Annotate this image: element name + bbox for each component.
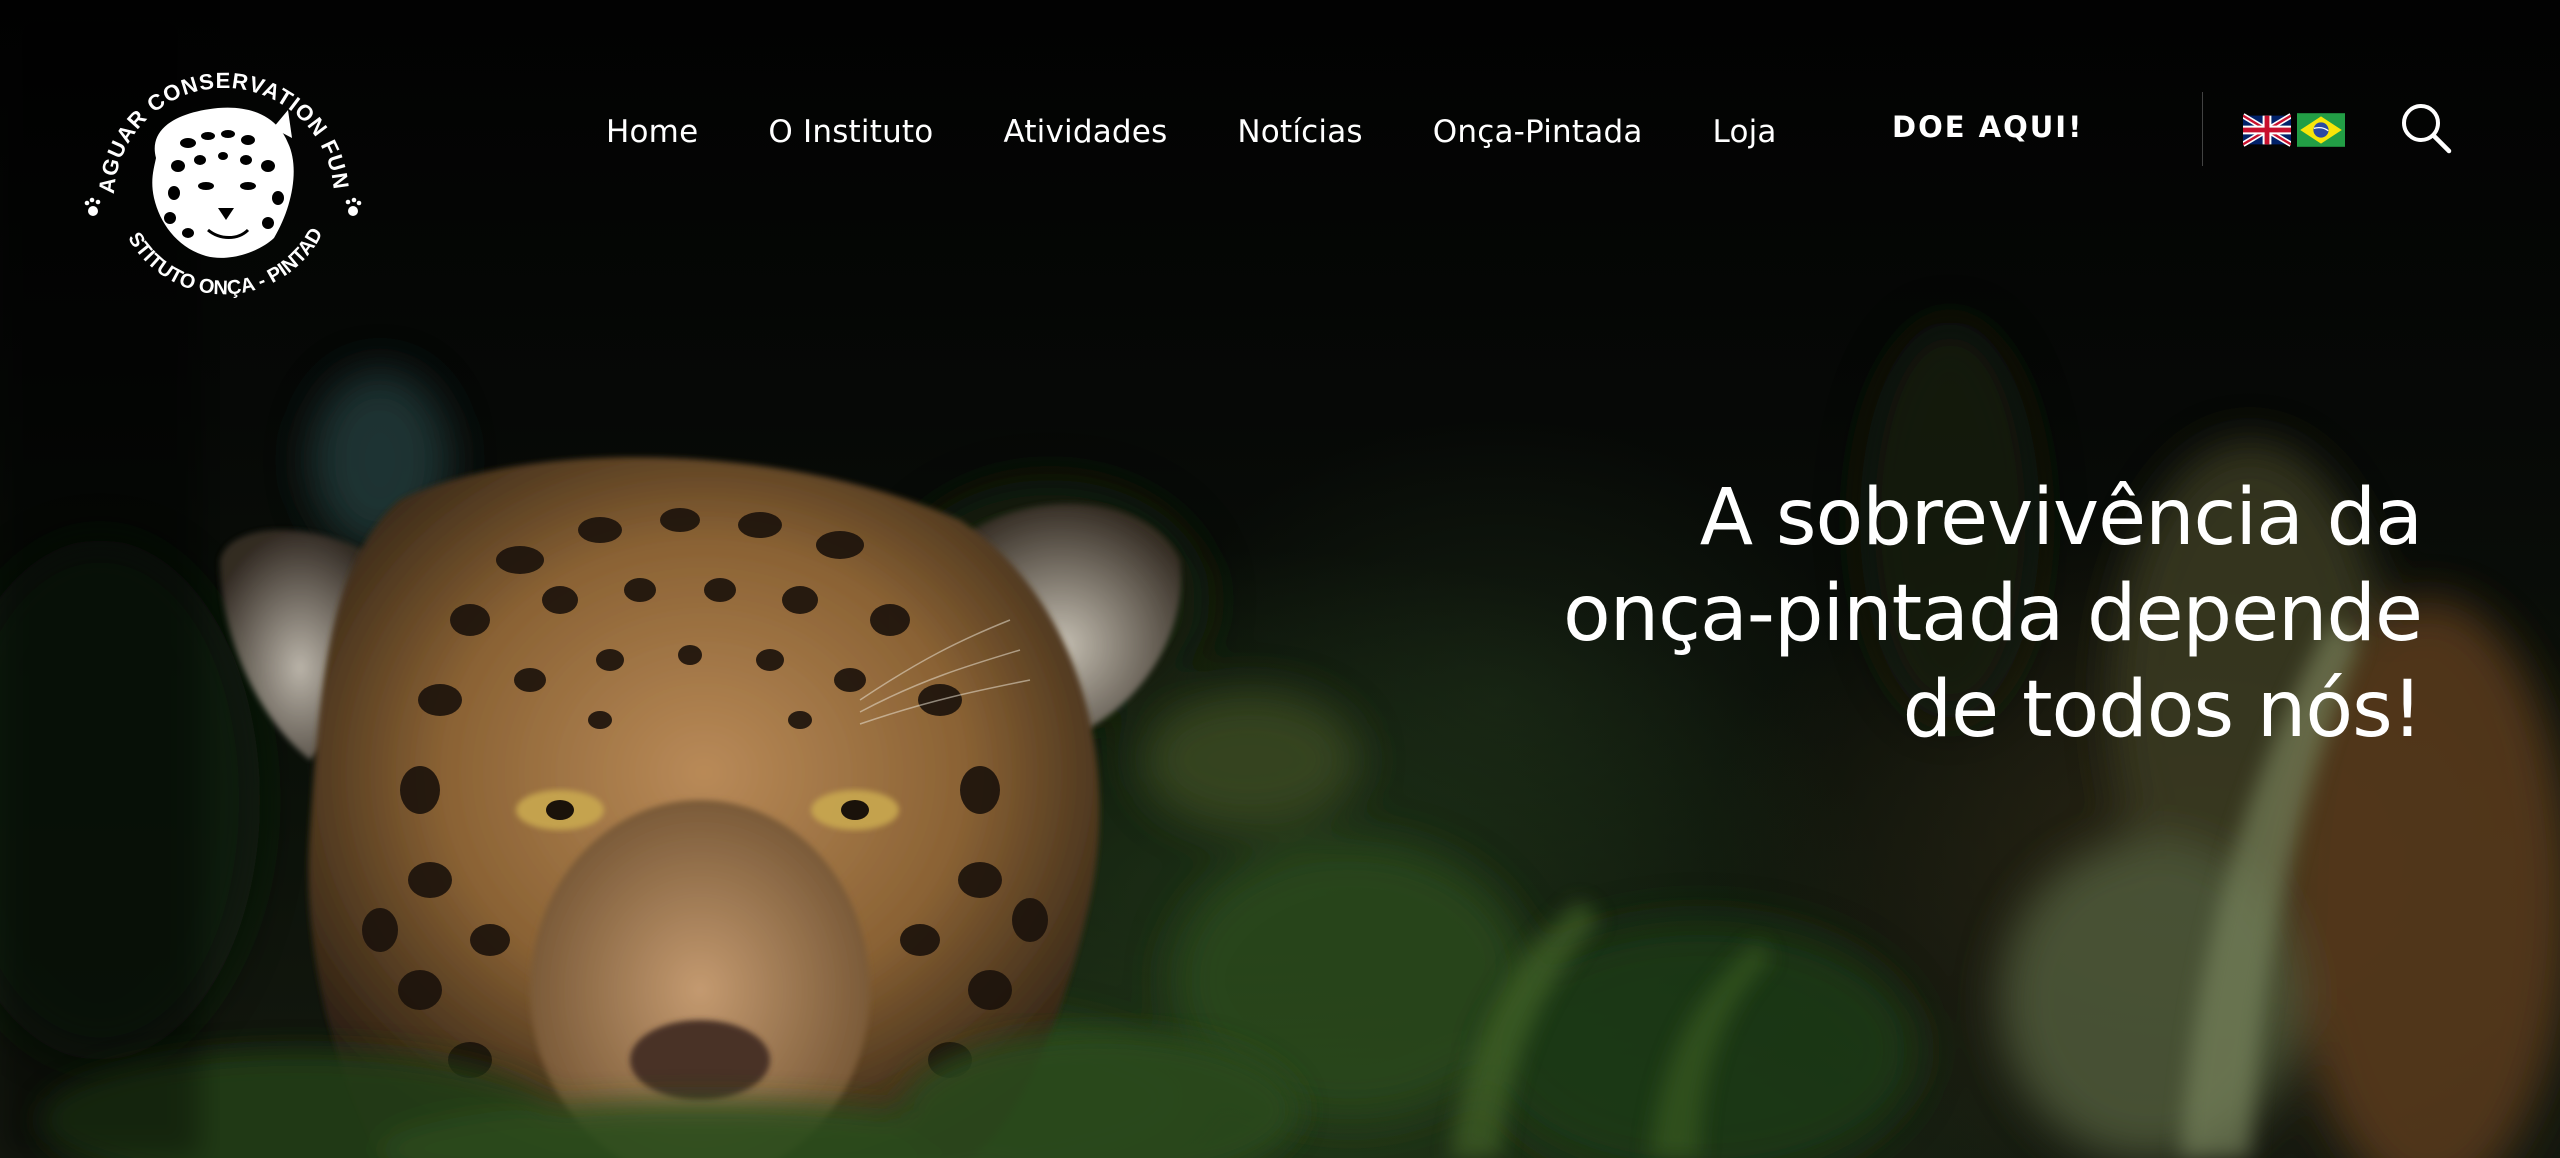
- nav-item-o-instituto[interactable]: O Instituto: [768, 114, 933, 150]
- donate-button[interactable]: DOE AQUI!: [1892, 110, 2083, 144]
- nav-item-home[interactable]: Home: [606, 114, 698, 150]
- uk-flag-icon[interactable]: [2243, 113, 2291, 147]
- nav-item-atividades[interactable]: Atividades: [1003, 114, 1167, 150]
- site-header: JAGUAR CONSERVATION FUND INSTITUTO ONÇA …: [0, 0, 2560, 299]
- hero-headline: A sobrevivência da onça-pintada depende …: [1322, 470, 2423, 758]
- nav-item-noticias[interactable]: Notícias: [1237, 114, 1362, 150]
- search-icon[interactable]: [2398, 100, 2454, 156]
- jaguar-conservation-fund-logo[interactable]: JAGUAR CONSERVATION FUND INSTITUTO ONÇA …: [78, 48, 370, 340]
- header-divider: [2202, 92, 2203, 166]
- main-nav: Home O Instituto Atividades Notícias Onç…: [606, 108, 1847, 156]
- nav-item-loja[interactable]: Loja: [1713, 114, 1777, 150]
- nav-item-onca-pintada[interactable]: Onça-Pintada: [1433, 114, 1643, 150]
- hero-headline-line-1: A sobrevivência da: [1699, 473, 2423, 563]
- jaguar-head-icon: [152, 107, 294, 258]
- brazil-flag-icon[interactable]: [2297, 113, 2345, 147]
- hero-headline-line-3: de todos nós!: [1902, 665, 2423, 755]
- hero-headline-line-2: onça-pintada depende: [1562, 569, 2423, 659]
